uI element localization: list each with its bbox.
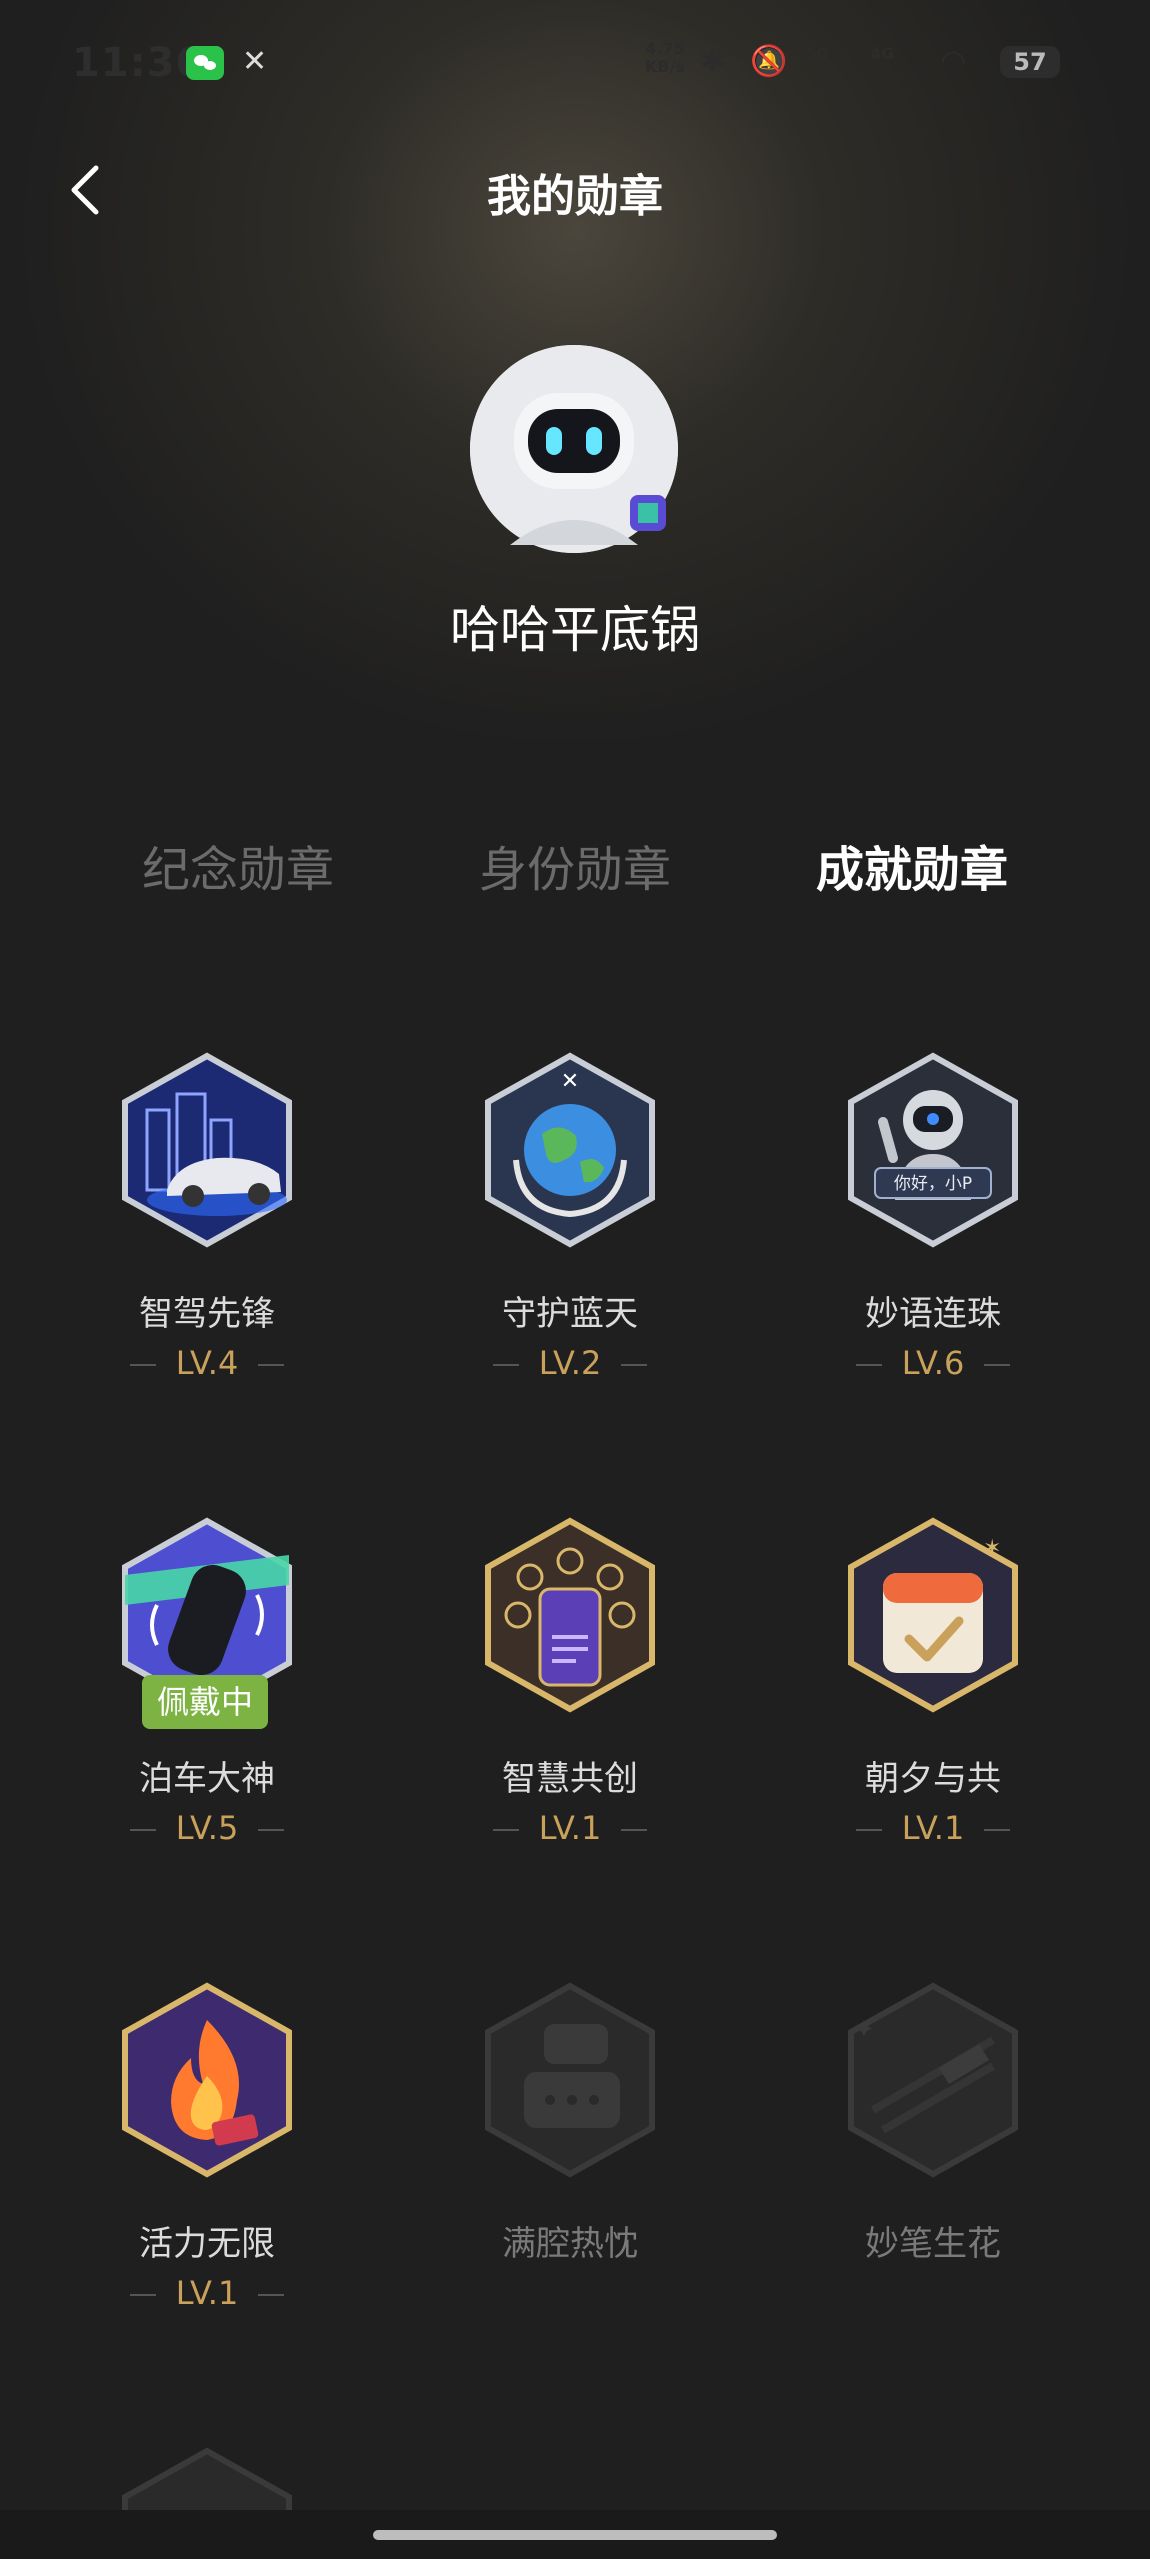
svg-text:✕: ✕ xyxy=(561,1069,579,1094)
badge-level: LV.6 xyxy=(783,1344,1083,1382)
xpeng-logo-icon: ✕ xyxy=(242,44,268,79)
status-bar: 11:36 ✕ 4.75 KB/s ✱ 🔕 5G 4G ◠ 57 xyxy=(0,0,1150,130)
home-indicator[interactable] xyxy=(373,2530,777,2540)
badge-name: 活力无限 xyxy=(139,2224,275,2264)
svg-text:你好，小P: 你好，小P xyxy=(894,1174,972,1194)
badge-card[interactable]: ✶ 朝夕与共 LV.1 xyxy=(783,1515,1083,1915)
badge-card[interactable]: 满腔热忱 xyxy=(420,1980,720,2380)
status-time: 11:36 xyxy=(72,40,205,86)
bluetooth-icon: ✱ xyxy=(700,44,726,79)
badge-level: LV.1 xyxy=(57,2274,357,2312)
badge-card[interactable]: ✦ 妙笔生花 xyxy=(783,1980,1083,2380)
wechat-icon xyxy=(186,46,224,80)
signal-4g-icon: 4G xyxy=(870,44,895,63)
badge-level: LV.2 xyxy=(420,1344,720,1382)
badge-name: 满腔热忱 xyxy=(502,2224,638,2264)
net-speed: 4.75 KB/s xyxy=(645,39,685,76)
badge-name: 守护蓝天 xyxy=(502,1294,638,1334)
badge-name: 妙语连珠 xyxy=(865,1294,1001,1334)
badge-card[interactable]: 活力无限 LV.1 xyxy=(57,1980,357,2380)
calendar-check-icon: ✶ xyxy=(848,1517,1018,1713)
badge-level: LV.5 xyxy=(57,1809,357,1847)
badge-name: 智驾先锋 xyxy=(139,1294,275,1334)
badge-card[interactable]: 智驾先锋 LV.4 xyxy=(57,1050,357,1450)
mute-icon: 🔕 xyxy=(750,44,788,79)
tab-achievement[interactable]: 成就勋章 xyxy=(762,830,1062,900)
car-city-icon xyxy=(122,1052,292,1248)
avatar[interactable] xyxy=(470,345,678,553)
page-title: 我的勋章 xyxy=(487,171,663,222)
badge-card[interactable]: ✕ 守护蓝天 LV.2 xyxy=(420,1050,720,1450)
badge-name: 妙笔生花 xyxy=(865,2224,1001,2264)
badge-level: LV.4 xyxy=(57,1344,357,1382)
badge-card[interactable]: 你好，小P 妙语连珠 LV.6 xyxy=(783,1050,1083,1450)
pen-icon: ✦ xyxy=(848,1982,1018,2178)
robot-greeting-icon: 你好，小P xyxy=(848,1052,1018,1248)
badge-name: 泊车大神 xyxy=(139,1759,275,1799)
chat-bubbles-icon xyxy=(485,1982,655,2178)
badge-name: 智慧共创 xyxy=(502,1759,638,1799)
badge-name: 朝夕与共 xyxy=(865,1759,1001,1799)
badge-card[interactable] xyxy=(57,2445,357,2515)
wifi-icon: ◠ xyxy=(940,44,967,79)
badge-level: LV.1 xyxy=(783,1809,1083,1847)
svg-text:✦: ✦ xyxy=(853,2015,875,2045)
wearing-tag: 佩戴中 xyxy=(142,1675,268,1729)
earth-hands-icon: ✕ xyxy=(485,1052,655,1248)
badge-level: LV.1 xyxy=(420,1809,720,1847)
tab-commemorative[interactable]: 纪念勋章 xyxy=(88,830,388,900)
system-icons: 4.75 KB/s ✱ 🔕 5G 4G ◠ 57 xyxy=(640,36,1080,86)
tab-identity[interactable]: 身份勋章 xyxy=(425,830,725,900)
signal-5g-icon: 5G xyxy=(805,44,830,63)
svg-text:✶: ✶ xyxy=(983,1536,1001,1561)
robot-avatar-icon xyxy=(470,345,678,553)
fire-icon xyxy=(122,1982,292,2178)
co-create-phone-icon xyxy=(485,1517,655,1713)
battery-indicator: 57 xyxy=(1000,46,1060,78)
badge-card[interactable]: 智慧共创 LV.1 xyxy=(420,1515,720,1915)
badge-card[interactable]: 佩戴中 泊车大神 LV.5 xyxy=(57,1515,357,1915)
username: 哈哈平底锅 xyxy=(450,601,700,659)
city-badge-icon xyxy=(122,2447,292,2515)
